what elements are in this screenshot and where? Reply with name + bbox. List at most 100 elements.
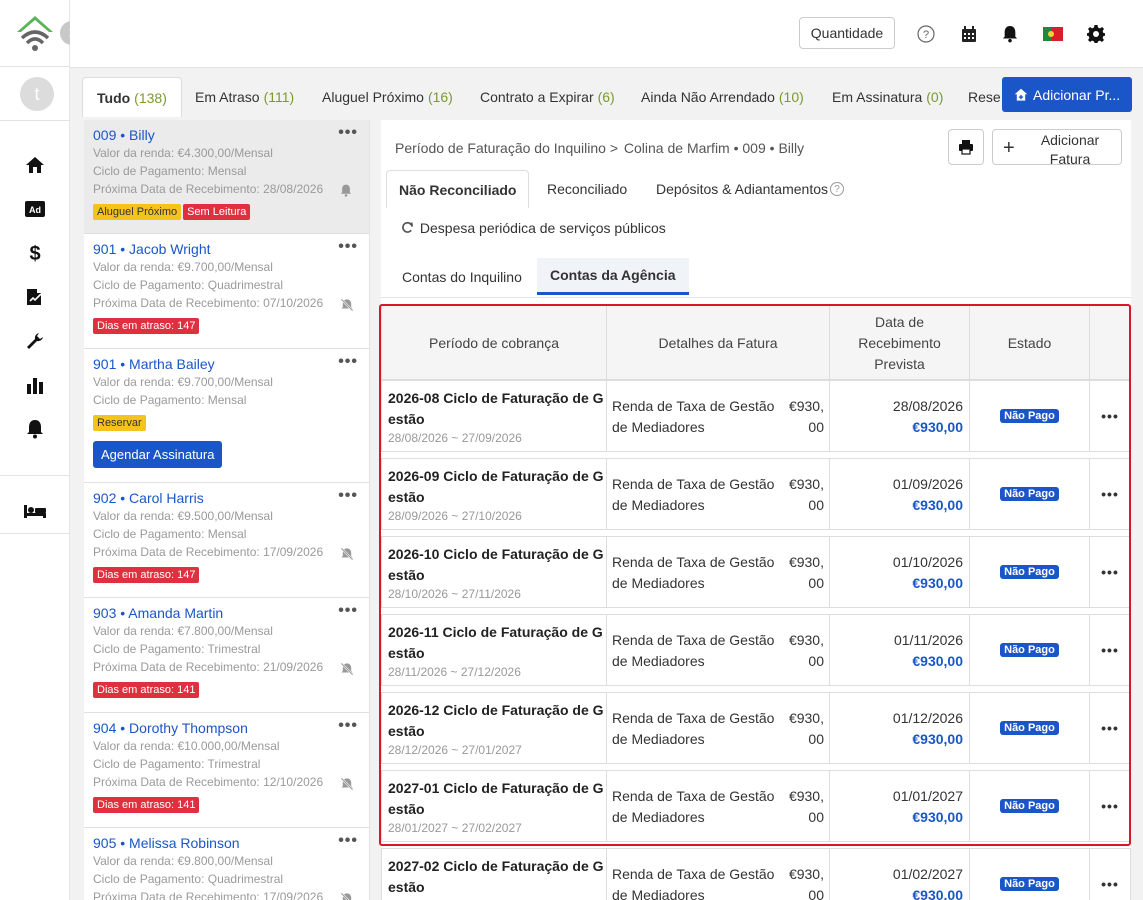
quantity-button[interactable]: Quantidade [799, 17, 895, 49]
more-options-icon[interactable]: ••• [338, 124, 358, 142]
tenant-name[interactable]: 902 • Carol Harris [93, 489, 361, 507]
table-row[interactable]: 2026-10 Ciclo de Faturação de Gestão 28/1… [381, 536, 1131, 608]
table-row[interactable]: 2027-02 Ciclo de Faturação de Gestão Ren… [381, 848, 1131, 900]
tab-reconciled[interactable]: Reconciliado [535, 170, 639, 208]
add-property-button[interactable]: Adicionar Pr... [1002, 77, 1132, 112]
due-date: 01/11/2026 [893, 632, 963, 648]
tenant-card[interactable]: 901 • Jacob Wright ••• Valor da renda: €… [84, 234, 369, 349]
svg-text:?: ? [923, 29, 929, 41]
left-nav-rail: t Ad $ [0, 0, 70, 900]
tab-signing[interactable]: Em Assinatura (0) [818, 77, 957, 117]
tenant-card[interactable]: 903 • Amanda Martin ••• Valor da renda: … [84, 598, 369, 713]
gear-icon[interactable] [1086, 24, 1106, 44]
more-options-icon[interactable]: ••• [338, 602, 358, 620]
tenant-name[interactable]: 009 • Billy [93, 126, 361, 144]
tenant-card[interactable]: 904 • Dorothy Thompson ••• Valor da rend… [84, 713, 369, 828]
tab-count: (138) [134, 89, 167, 106]
avatar[interactable]: t [20, 77, 54, 111]
more-options-icon[interactable]: ••• [338, 487, 358, 505]
row-actions-icon[interactable]: ••• [1090, 459, 1130, 529]
tenant-card[interactable]: 905 • Melissa Robinson ••• Valor da rend… [84, 828, 369, 900]
bell-icon[interactable] [340, 184, 354, 198]
tenant-next-date: Próxima Data de Recebimento: 17/09/2026 [93, 890, 324, 900]
rail-divider [0, 120, 70, 121]
status-badge: Dias em atraso: 141 [93, 797, 200, 813]
bed-icon[interactable] [23, 499, 47, 523]
bell-off-icon[interactable] [340, 777, 354, 791]
tenant-card[interactable]: 902 • Carol Harris ••• Valor da renda: €… [84, 483, 369, 598]
tab-deposits[interactable]: Depósitos & Adiantamentos? [644, 170, 856, 208]
tenant-name[interactable]: 903 • Amanda Martin [93, 604, 361, 622]
wifi-house-logo[interactable] [14, 12, 56, 54]
tenant-rent: Valor da renda: €9.800,00/Mensal [93, 854, 273, 868]
breadcrumb-root[interactable]: Período de Faturação do Inquilino [395, 140, 606, 156]
table-row[interactable]: 2026-09 Ciclo de Faturação de Gestão 28/0… [381, 458, 1131, 530]
divider [381, 297, 1131, 298]
due-date: 01/09/2026 [892, 476, 963, 492]
row-actions-icon[interactable]: ••• [1090, 771, 1130, 841]
help-icon[interactable]: ? [830, 182, 844, 196]
status-badge: Dias em atraso: 147 [93, 567, 200, 583]
billing-period: 2026-08 Ciclo de Faturação de Gestão [388, 390, 604, 427]
bell-off-icon[interactable] [340, 892, 354, 900]
home-icon[interactable] [23, 153, 47, 177]
more-options-icon[interactable]: ••• [338, 238, 358, 256]
row-actions-icon[interactable]: ••• [1090, 381, 1130, 451]
table-row[interactable]: 2026-08 Ciclo de Faturação de Gestão 28/0… [381, 380, 1131, 452]
invoice-detail: Renda de Taxa de Gestão de Mediadores [612, 476, 775, 513]
tab-agency-accounts[interactable]: Contas da Agência [537, 258, 689, 295]
dollar-icon[interactable]: $ [23, 241, 47, 265]
notification-bell-icon[interactable] [1000, 24, 1020, 44]
tenant-name[interactable]: 904 • Dorothy Thompson [93, 719, 361, 737]
periodic-expense-link[interactable]: Despesa periódica de serviços públicos [401, 220, 666, 236]
tenant-next-date: Próxima Data de Recebimento: 28/08/2026 [93, 182, 324, 196]
tenant-rent: Valor da renda: €4.300,00/Mensal [93, 146, 273, 160]
tab-tenant-accounts[interactable]: Contas do Inquilino [389, 258, 535, 295]
print-button[interactable] [948, 129, 984, 165]
add-invoice-button[interactable]: + Adicionar Fatura [992, 129, 1122, 167]
tenant-name[interactable]: 901 • Jacob Wright [93, 240, 361, 258]
schedule-signing-button[interactable]: Agendar Assinatura [93, 441, 223, 468]
row-actions-icon[interactable]: ••• [1090, 615, 1130, 685]
row-actions-icon[interactable]: ••• [1090, 849, 1130, 900]
invoice-amount: €930,00 [788, 476, 824, 513]
row-actions-icon[interactable]: ••• [1090, 537, 1130, 607]
tab-overdue[interactable]: Em Atraso (111) [181, 77, 308, 117]
more-options-icon[interactable]: ••• [338, 717, 358, 735]
more-options-icon[interactable]: ••• [338, 353, 358, 371]
tenant-name[interactable]: 905 • Melissa Robinson [93, 834, 361, 852]
bell-off-icon[interactable] [340, 662, 354, 676]
calendar-icon[interactable] [959, 24, 979, 44]
status-badge: Aluguel Próximo [93, 204, 182, 220]
column-header [1090, 306, 1130, 381]
bell-off-icon[interactable] [340, 298, 354, 312]
ad-icon[interactable]: Ad [23, 197, 47, 221]
more-options-icon[interactable]: ••• [338, 832, 358, 850]
table-row[interactable]: 2026-11 Ciclo de Faturação de Gestão 28/1… [381, 614, 1131, 686]
table-row[interactable]: 2027-01 Ciclo de Faturação de Gestão 28/0… [381, 770, 1131, 842]
portugal-flag-icon[interactable] [1043, 24, 1063, 44]
tab-unreconciled[interactable]: Não Reconciliado [386, 170, 530, 208]
help-icon[interactable]: ? [916, 24, 936, 44]
tab-contract-expiring[interactable]: Contrato a Expirar (6) [466, 77, 629, 117]
status-badge: Não Pago [1000, 565, 1059, 579]
table-row[interactable]: 2026-12 Ciclo de Faturação de Gestão 28/1… [381, 692, 1131, 764]
bell-icon[interactable] [23, 417, 47, 441]
tab-count: (6) [597, 89, 615, 105]
row-actions-icon[interactable]: ••• [1090, 693, 1130, 763]
tenant-card[interactable]: 901 • Martha Bailey ••• Valor da renda: … [84, 349, 369, 483]
signature-icon[interactable] [23, 285, 47, 309]
tenant-name[interactable]: 901 • Martha Bailey [93, 355, 361, 373]
rail-divider [0, 475, 70, 476]
tab-all[interactable]: Tudo (138) [82, 77, 182, 117]
tab-not-leased[interactable]: Ainda Não Arrendado (10) [627, 77, 818, 117]
tab-rent-upcoming[interactable]: Aluguel Próximo (16) [308, 77, 467, 117]
wrench-icon[interactable] [23, 329, 47, 353]
periodic-expense-label: Despesa periódica de serviços públicos [419, 220, 666, 236]
chart-icon[interactable] [23, 373, 47, 397]
tenant-cycle: Ciclo de Pagamento: Mensal [93, 393, 247, 407]
tab-reserved[interactable]: Rese [954, 77, 1000, 117]
bell-off-icon[interactable] [340, 547, 354, 561]
refresh-icon [402, 221, 414, 233]
tenant-card[interactable]: 009 • Billy ••• Valor da renda: €4.300,0… [84, 120, 369, 234]
